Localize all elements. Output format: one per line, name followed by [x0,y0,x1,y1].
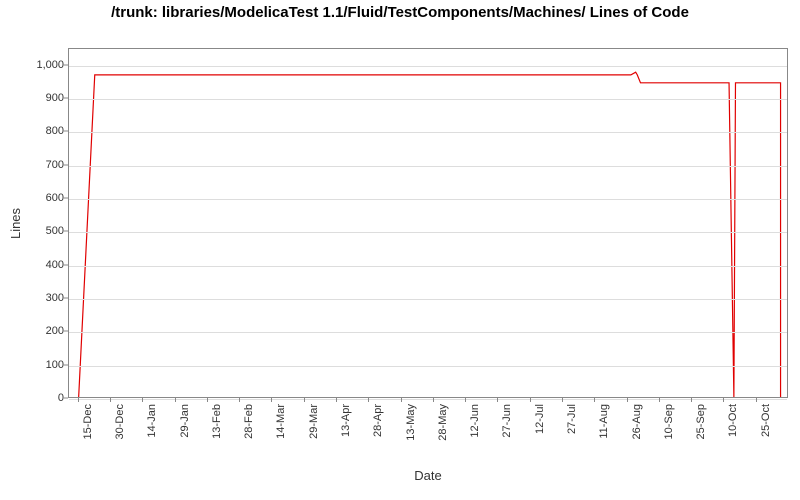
x-tick-mark [175,398,176,402]
x-tick-mark [723,398,724,402]
gridline [69,366,787,367]
y-tick-label: 0 [8,392,64,404]
x-tick-mark [497,398,498,402]
y-tick-label: 300 [8,292,64,304]
x-tick-mark [207,398,208,402]
x-tick-label: 26-Aug [631,404,643,439]
chart: /trunk: libraries/ModelicaTest 1.1/Fluid… [0,0,800,500]
x-tick-mark [627,398,628,402]
x-tick-label: 28-Apr [372,404,384,437]
x-tick-label: 12-Jul [534,404,546,434]
plot-area [68,48,788,398]
x-tick-label: 27-Jun [501,404,513,438]
x-tick-mark [336,398,337,402]
x-tick-label: 13-Apr [340,404,352,437]
y-tick-label: 400 [8,259,64,271]
y-tick-mark [64,231,68,232]
x-tick-mark [756,398,757,402]
x-tick-label: 27-Jul [566,404,578,434]
gridline [69,66,787,67]
x-tick-label: 13-Feb [211,404,223,439]
x-tick-label: 14-Jan [146,404,158,438]
gridline [69,266,787,267]
x-tick-label: 15-Dec [82,404,94,439]
gridline [69,99,787,100]
x-axis-label: Date [68,468,788,483]
x-tick-mark [401,398,402,402]
x-tick-mark [142,398,143,402]
x-tick-mark [433,398,434,402]
x-tick-mark [271,398,272,402]
x-tick-label: 29-Jan [179,404,191,438]
y-tick-label: 900 [8,92,64,104]
x-tick-label: 10-Oct [727,404,739,437]
x-tick-label: 13-May [405,404,417,441]
y-tick-label: 1,000 [8,59,64,71]
chart-title: /trunk: libraries/ModelicaTest 1.1/Fluid… [0,4,800,23]
x-tick-label: 28-Feb [243,404,255,439]
x-tick-mark [659,398,660,402]
y-tick-label: 500 [8,225,64,237]
gridline [69,132,787,133]
x-tick-label: 10-Sep [663,404,675,439]
x-tick-label: 11-Aug [598,404,610,439]
y-tick-label: 100 [8,359,64,371]
data-series [69,49,787,397]
x-tick-mark [594,398,595,402]
x-tick-label: 28-May [437,404,449,441]
x-tick-label: 12-Jun [469,404,481,438]
y-tick-mark [64,131,68,132]
x-tick-label: 25-Sep [695,404,707,439]
y-tick-mark [64,331,68,332]
x-tick-mark [530,398,531,402]
y-tick-mark [64,398,68,399]
y-tick-mark [64,164,68,165]
gridline [69,232,787,233]
y-tick-label: 600 [8,192,64,204]
x-tick-label: 25-Oct [760,404,772,437]
y-tick-mark [64,64,68,65]
y-tick-label: 700 [8,159,64,171]
x-tick-mark [239,398,240,402]
y-tick-mark [64,298,68,299]
gridline [69,199,787,200]
y-tick-mark [64,98,68,99]
y-tick-label: 800 [8,125,64,137]
y-tick-mark [64,264,68,265]
x-tick-label: 29-Mar [308,404,320,439]
y-tick-label: 200 [8,325,64,337]
y-tick-mark [64,364,68,365]
y-tick-mark [64,198,68,199]
gridline [69,166,787,167]
x-tick-mark [562,398,563,402]
gridline [69,332,787,333]
gridline [69,299,787,300]
x-tick-mark [691,398,692,402]
x-tick-mark [304,398,305,402]
gridline [69,399,787,400]
x-tick-mark [78,398,79,402]
x-tick-mark [110,398,111,402]
x-tick-label: 30-Dec [114,404,126,439]
x-tick-mark [368,398,369,402]
x-tick-label: 14-Mar [275,404,287,439]
x-tick-mark [465,398,466,402]
